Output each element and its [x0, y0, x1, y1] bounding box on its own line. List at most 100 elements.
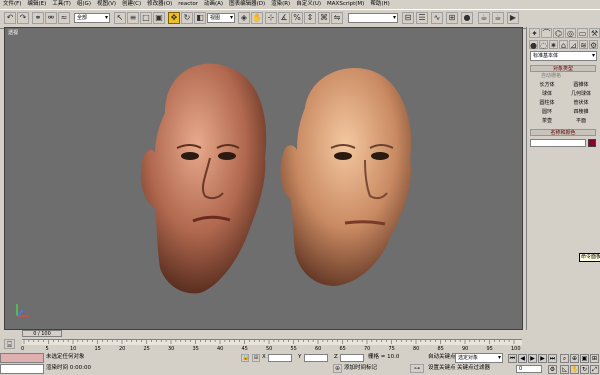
- maxscript-listener[interactable]: [0, 353, 44, 363]
- create-tab-icon[interactable]: ✦: [529, 28, 540, 38]
- mirror-icon[interactable]: ⇋: [331, 12, 343, 24]
- curve-editor-icon[interactable]: ∿: [431, 12, 443, 24]
- menu-item[interactable]: 帮助(H): [367, 0, 392, 9]
- menu-item[interactable]: reactor: [175, 0, 201, 9]
- angle-snap-icon[interactable]: ∡: [278, 12, 290, 24]
- spinner-snap-icon[interactable]: ⇕: [304, 12, 316, 24]
- select-by-name-icon[interactable]: ≡: [127, 12, 139, 24]
- zoom-extents-icon[interactable]: ▣: [580, 354, 589, 363]
- autogrid-checkbox[interactable]: 自动栅格: [541, 73, 561, 80]
- object-type-button[interactable]: 圆锥体: [564, 81, 598, 89]
- modify-tab-icon[interactable]: ⌒: [541, 28, 552, 38]
- menu-item[interactable]: 编辑(E): [24, 0, 49, 9]
- selection-filter-dropdown[interactable]: 全部: [74, 13, 110, 23]
- menu-item[interactable]: 视图(V): [94, 0, 119, 9]
- percent-snap-icon[interactable]: %: [291, 12, 303, 24]
- hierarchy-tab-icon[interactable]: ⌬: [553, 28, 564, 38]
- menu-item[interactable]: 动画(A): [201, 0, 226, 9]
- object-type-button[interactable]: 平面: [564, 117, 598, 125]
- menu-item[interactable]: 自定义(U): [293, 0, 324, 9]
- previous-frame-icon[interactable]: ◀: [518, 354, 527, 363]
- key-filters-button[interactable]: 关键点过滤器: [457, 365, 490, 372]
- reference-coord-dropdown[interactable]: 视图: [207, 13, 235, 23]
- unlink-icon[interactable]: ⚮: [45, 12, 57, 24]
- object-type-button[interactable]: 长方体: [530, 81, 564, 89]
- select-link-icon[interactable]: ⚭: [32, 12, 44, 24]
- object-type-button[interactable]: 管状体: [564, 99, 598, 107]
- menu-item[interactable]: 修改器(O): [144, 0, 175, 9]
- zoom-icon[interactable]: ⌕: [560, 354, 569, 363]
- helpers-icon[interactable]: ⊿: [569, 40, 578, 50]
- scale-icon[interactable]: ◧: [194, 12, 206, 24]
- named-selection-icon[interactable]: ⌘: [318, 12, 330, 24]
- menu-item[interactable]: 组(G): [74, 0, 94, 9]
- trackbar-icon[interactable]: ⌸: [4, 339, 15, 349]
- menu-item[interactable]: 渲染(R): [268, 0, 293, 9]
- select-manipulate-icon[interactable]: ✋: [251, 12, 263, 24]
- play-icon[interactable]: ▶: [528, 354, 537, 363]
- maxscript-mini-output[interactable]: [0, 364, 44, 374]
- head-model-2[interactable]: [280, 68, 412, 286]
- cameras-icon[interactable]: ⌂: [559, 40, 568, 50]
- y-coord-field[interactable]: [304, 354, 328, 362]
- name-color-rollout-header[interactable]: 名称和颜色: [530, 129, 596, 136]
- utilities-tab-icon[interactable]: ⚒: [589, 28, 600, 38]
- bind-spacewarp-icon[interactable]: ≈: [58, 12, 70, 24]
- object-type-button[interactable]: 几何球体: [564, 90, 598, 98]
- geometry-icon[interactable]: ●: [529, 40, 538, 50]
- render-scene-icon[interactable]: ☕: [478, 12, 490, 24]
- go-to-end-icon[interactable]: ⏭: [548, 354, 557, 363]
- menu-item[interactable]: MAXScript(M): [324, 0, 367, 9]
- render-last-icon[interactable]: ▶: [507, 12, 519, 24]
- snap-icon[interactable]: ⊹: [265, 12, 277, 24]
- trackbar[interactable]: [22, 339, 522, 345]
- object-type-button[interactable]: 圆环: [530, 108, 564, 116]
- absolute-mode-icon[interactable]: ⊞: [252, 354, 260, 362]
- time-tag-icon[interactable]: ⊕: [333, 364, 342, 373]
- layer-manager-icon[interactable]: ☰: [416, 12, 428, 24]
- object-type-button[interactable]: 球体: [530, 90, 564, 98]
- lock-icon[interactable]: 🔒: [241, 354, 249, 362]
- object-type-button[interactable]: 四棱锥: [564, 108, 598, 116]
- object-name-field[interactable]: [530, 139, 586, 147]
- time-slider[interactable]: 0 / 100: [22, 330, 62, 337]
- align-icon[interactable]: ⊟: [402, 12, 414, 24]
- schematic-view-icon[interactable]: ⊞: [446, 12, 458, 24]
- time-config-icon[interactable]: ⚙: [548, 365, 557, 374]
- perspective-viewport[interactable]: 透视: [4, 27, 523, 330]
- zoom-all-icon[interactable]: ⊕: [570, 354, 579, 363]
- object-color-swatch[interactable]: [588, 139, 596, 147]
- menu-item[interactable]: 工具(T): [49, 0, 74, 9]
- add-time-tag[interactable]: 添加时间标记: [344, 365, 377, 372]
- redo-icon[interactable]: ↷: [17, 12, 29, 24]
- current-frame-field[interactable]: 0: [516, 365, 542, 373]
- object-type-button[interactable]: 茶壶: [530, 117, 564, 125]
- key-icon[interactable]: ⊶: [410, 364, 424, 373]
- x-coord-field[interactable]: [268, 354, 292, 362]
- undo-icon[interactable]: ↶: [4, 12, 16, 24]
- head-model-1[interactable]: [140, 63, 267, 294]
- window-crossing-icon[interactable]: ▣: [153, 12, 165, 24]
- motion-tab-icon[interactable]: ◎: [565, 28, 576, 38]
- zoom-extents-all-icon[interactable]: ⊞: [590, 354, 599, 363]
- next-frame-icon[interactable]: ▶: [538, 354, 547, 363]
- selected-set-dropdown[interactable]: 选定对象: [455, 353, 503, 363]
- object-type-button[interactable]: 圆柱体: [530, 99, 564, 107]
- material-editor-icon[interactable]: ●: [461, 12, 473, 24]
- go-to-start-icon[interactable]: ⏮: [508, 354, 517, 363]
- move-icon[interactable]: ✥: [168, 12, 180, 24]
- fov-icon[interactable]: ◺: [560, 365, 569, 374]
- display-tab-icon[interactable]: ▭: [577, 28, 588, 38]
- category-dropdown[interactable]: 标准基本体: [530, 51, 597, 61]
- rect-selection-icon[interactable]: □: [140, 12, 152, 24]
- object-type-rollout-header[interactable]: 对象类型: [530, 65, 596, 72]
- pivot-center-icon[interactable]: ◈: [238, 12, 250, 24]
- menu-item[interactable]: 创建(C): [119, 0, 144, 9]
- maximize-viewport-icon[interactable]: ⤢: [590, 365, 599, 374]
- systems-icon[interactable]: ⚙: [589, 40, 598, 50]
- spacewarps-icon[interactable]: ≋: [579, 40, 588, 50]
- menu-item[interactable]: 文件(F): [0, 0, 24, 9]
- shapes-icon[interactable]: ◌: [539, 40, 548, 50]
- orbit-icon[interactable]: ↻: [580, 365, 589, 374]
- quick-render-icon[interactable]: ☕: [492, 12, 504, 24]
